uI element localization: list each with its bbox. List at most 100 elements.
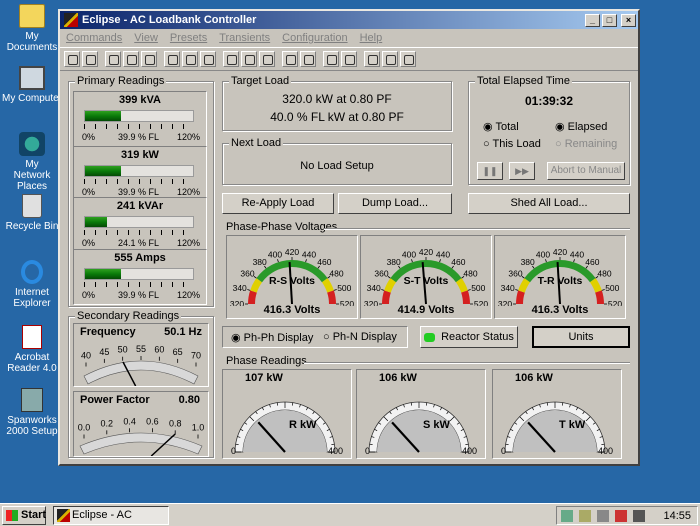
kw-gauge-label: R kW xyxy=(289,419,317,431)
toolbar-button-17[interactable] xyxy=(382,51,398,67)
power-factor-label: Power Factor xyxy=(80,394,150,406)
units-button[interactable]: Units xyxy=(532,326,630,348)
toolbar-button-2[interactable] xyxy=(82,51,98,67)
toolbar-button-9[interactable] xyxy=(223,51,239,67)
reading-bar-fill xyxy=(85,269,121,279)
reading-min: 0% xyxy=(82,290,96,300)
maximize-button[interactable]: □ xyxy=(602,13,617,27)
gauge-tick-label: 400 xyxy=(402,250,416,260)
desktop-icon-label: Recycle Bin xyxy=(5,221,59,232)
reading-min: 0% xyxy=(82,187,96,197)
title-bar[interactable]: Eclipse - AC Loadbank Controller _ □ × xyxy=(60,11,638,29)
desktop-icon-recycle-bin[interactable]: Recycle Bin xyxy=(0,194,64,232)
gauge-tick-label: 480 xyxy=(597,268,611,278)
desktop-icon-spanworks-setup[interactable]: Spanworks 2000 Setup xyxy=(0,388,64,437)
kw-gauge-1: 107 kW R kW 0 400 xyxy=(222,369,352,459)
desktop-icon-my-computer[interactable]: My Computer xyxy=(0,66,64,104)
minimize-button[interactable]: _ xyxy=(585,13,600,27)
radio-this-load[interactable]: ○ This Load xyxy=(483,138,541,150)
dial-tick-label: 0.2 xyxy=(101,418,114,428)
toolbar-button-3[interactable] xyxy=(105,51,121,67)
desktop-icon-my-documents[interactable]: My Documents xyxy=(0,4,64,53)
dump-load-button[interactable]: Dump Load... xyxy=(338,193,452,214)
toolbar xyxy=(60,47,638,71)
radio-ph-n-label: Ph-N Display xyxy=(332,331,397,343)
toolbar-button-15[interactable] xyxy=(341,51,357,67)
menu-commands[interactable]: Commands xyxy=(66,32,122,44)
menu-presets[interactable]: Presets xyxy=(170,32,207,44)
gauge-tick-label: 340 xyxy=(233,283,247,293)
radio-ph-ph-display[interactable]: ◉ Ph-Ph Display xyxy=(231,331,313,344)
voltage-dial: 320340360380400 420 440460480500520R-S Vol… xyxy=(230,247,354,306)
tray-shield-icon[interactable] xyxy=(615,510,627,522)
target-load-kw: 320.0 kW at 0.80 PF xyxy=(282,92,392,106)
dial-tick-label: 55 xyxy=(136,344,146,354)
toolbar-button-12[interactable] xyxy=(282,51,298,67)
gauge-band-high-red xyxy=(595,290,604,304)
voltage-gauge-label: S-T Volts xyxy=(404,275,449,287)
toolbar-button-4[interactable] xyxy=(123,51,139,67)
menu-configuration[interactable]: Configuration xyxy=(282,32,347,44)
reactor-status-button[interactable]: Reactor Status xyxy=(420,326,518,348)
elapsed-time-value: 01:39:32 xyxy=(524,94,574,108)
frequency-meter: Frequency 50.1 Hz 40 45 50 55 60 65 70 xyxy=(73,323,209,387)
radio-this-load-label: This Load xyxy=(492,138,541,150)
kw-gauge-min: 0 xyxy=(231,446,237,456)
gauge-band-high-red xyxy=(327,290,336,304)
desktop-icon-internet-explorer[interactable]: Internet Explorer xyxy=(0,260,64,309)
tray-network-icon[interactable] xyxy=(561,510,573,522)
toolbar-button-6[interactable] xyxy=(164,51,180,67)
menu-view[interactable]: View xyxy=(134,32,158,44)
toolbar-button-5[interactable] xyxy=(141,51,157,67)
pause-button[interactable]: ❚❚ xyxy=(477,162,503,180)
setup-icon xyxy=(21,388,43,412)
frequency-value: 50.1 Hz xyxy=(164,326,202,338)
desktop-icon-network-places[interactable]: My Network Places xyxy=(0,132,64,192)
desktop-icon-acrobat-reader[interactable]: Acrobat Reader 4.0 xyxy=(0,325,64,374)
gauge-tick-label: 380 xyxy=(253,257,267,267)
frequency-dial: 40 45 50 55 60 65 70 xyxy=(81,344,201,386)
tray-volume-icon[interactable] xyxy=(633,510,645,522)
toolbar-button-7[interactable] xyxy=(182,51,198,67)
gauge-tick-label: 460 xyxy=(451,257,465,267)
toolbar-button-1[interactable] xyxy=(64,51,80,67)
tray-printer-icon[interactable] xyxy=(597,510,609,522)
toolbar-button-13[interactable] xyxy=(300,51,316,67)
kw-gauge-label: T kW xyxy=(559,419,586,431)
phase-readings-divider xyxy=(304,362,630,364)
gauge-tick xyxy=(247,289,251,291)
gauge-tick-label: 440 xyxy=(570,250,584,260)
toolbar-button-8[interactable] xyxy=(200,51,216,67)
toolbar-button-10[interactable] xyxy=(241,51,257,67)
reading-value: 399 kVA xyxy=(119,94,161,106)
close-button[interactable]: × xyxy=(621,13,636,27)
toolbar-button-14[interactable] xyxy=(323,51,339,67)
voltage-gauge-2: 320 340 360 380 400 420 440 460 480 500 520 S-T Vol… xyxy=(360,235,492,319)
radio-total[interactable]: ◉ Total xyxy=(483,120,519,133)
toolbar-button-11[interactable] xyxy=(259,51,275,67)
power-factor-meter: Power Factor 0.80 0.0 0.2 0.4 0.6 0.8 1.0 xyxy=(73,391,209,457)
gauge-tick xyxy=(277,259,279,263)
frequency-label: Frequency xyxy=(80,326,136,338)
radio-elapsed[interactable]: ◉ Elapsed xyxy=(555,120,607,133)
toolbar-button-18[interactable] xyxy=(400,51,416,67)
start-button[interactable]: Start xyxy=(2,506,46,525)
dial-tick-label: 1.0 xyxy=(192,423,205,433)
reapply-load-button[interactable]: Re-Apply Load xyxy=(222,193,334,214)
menu-transients[interactable]: Transients xyxy=(219,32,270,44)
tray-app-icon[interactable] xyxy=(579,510,591,522)
abort-to-manual-button[interactable]: Abort to Manual xyxy=(547,162,625,180)
reading-percent: 24.1 % FL xyxy=(118,238,160,248)
toolbar-button-16[interactable] xyxy=(364,51,380,67)
gauge-tick xyxy=(305,259,307,263)
radio-ph-n-display[interactable]: ○ Ph-N Display xyxy=(323,331,397,343)
shed-all-load-button[interactable]: Shed All Load... xyxy=(468,193,630,214)
reading-max: 120% xyxy=(176,238,200,248)
radio-remaining[interactable]: ○ Remaining xyxy=(555,138,617,150)
reading-value: 241 kVAr xyxy=(116,200,164,212)
reading-min: 0% xyxy=(82,132,96,142)
taskbar-item-eclipse[interactable]: Eclipse - AC Loadba... xyxy=(53,506,169,525)
skip-button[interactable]: ▶▶ xyxy=(509,162,535,180)
kw-gauge-label: S kW xyxy=(423,419,451,431)
menu-help[interactable]: Help xyxy=(360,32,383,44)
